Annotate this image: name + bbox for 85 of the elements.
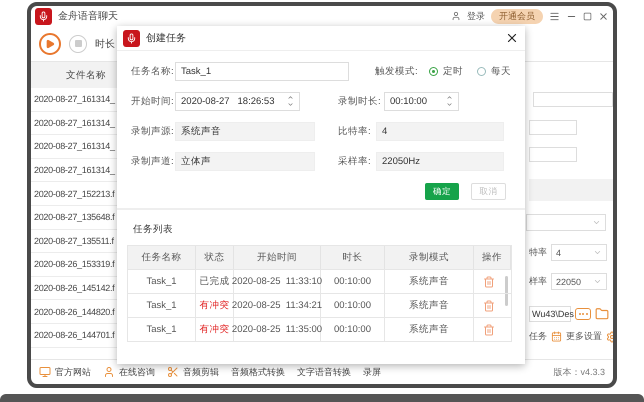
login-link[interactable]: 登录 [467, 10, 485, 22]
column-header: 状态 [196, 246, 234, 269]
radio-label: 每天 [491, 64, 511, 78]
app-logo [35, 8, 52, 24]
version-text: 版本：v4.3.3 [553, 366, 605, 378]
bitrate-label: 特率 [529, 246, 547, 259]
dialog-title: 创建任务 [146, 32, 186, 45]
sample-rate-label: 样率 [529, 275, 547, 288]
table-cell: 2020-08-25 11:35:00 [234, 317, 321, 341]
task-name-field[interactable]: Task_1 [175, 62, 349, 80]
menu-icon[interactable] [549, 10, 560, 22]
field-label: 任务名称: [131, 64, 175, 78]
time-field[interactable]: 00:10:00 [384, 92, 459, 110]
dropdown[interactable] [526, 214, 606, 231]
table-cell: 系统声音 [385, 269, 474, 293]
readonly-field[interactable]: 22050Hz [376, 152, 504, 170]
user-icon[interactable] [451, 11, 461, 21]
person-icon[interactable] [103, 366, 115, 378]
readonly-field[interactable]: 立体声 [175, 152, 315, 170]
input-field[interactable] [529, 120, 577, 135]
table-cell: 2020-08-25 11:33:10 [234, 269, 321, 293]
field-label: 采样率: [338, 154, 372, 168]
caret-icon [592, 218, 601, 227]
record-button[interactable] [39, 32, 61, 54]
footer-link[interactable]: 文字语音转换 [297, 366, 351, 378]
readonly-field[interactable]: 4 [376, 122, 504, 140]
more-icon[interactable] [575, 308, 591, 320]
footer-link[interactable]: 音频剪辑 [183, 366, 219, 378]
calendar-icon[interactable] [551, 331, 562, 342]
vip-button[interactable]: 开通会员 [491, 8, 543, 24]
close-icon[interactable] [505, 31, 519, 45]
footer-link[interactable]: 官方网站 [55, 366, 91, 378]
readonly-field[interactable]: 系统声音 [175, 122, 315, 140]
field-label: 录制声源: [131, 124, 175, 138]
path-field[interactable]: Wu43\Des [529, 306, 571, 322]
table-cell: 00:10:00 [321, 269, 385, 293]
table-cell: 系统声音 [385, 293, 474, 317]
table-cell: 系统声音 [385, 317, 474, 341]
table-cell: 00:10:00 [321, 317, 385, 341]
app-logo [123, 30, 140, 46]
footer-link[interactable]: 录屏 [363, 366, 381, 378]
column-header: 开始时间 [234, 246, 321, 269]
spinner-icon[interactable] [287, 94, 294, 108]
field-label: 录制声道: [131, 154, 175, 168]
table-cell: 2020-08-25 11:34:21 [234, 293, 321, 317]
table-cell: Task_1 [128, 293, 196, 317]
footer-link[interactable]: 在线咨询 [119, 366, 155, 378]
delete-icon[interactable] [482, 276, 494, 288]
time-field[interactable]: 2020-08-27 18:26:53 [175, 92, 300, 110]
table-cell: Task_1 [128, 269, 196, 293]
field-label: 比特率: [338, 124, 372, 138]
window-title: 金舟语音聊天 [58, 10, 118, 23]
radio-option[interactable]: 定时 [429, 64, 463, 78]
radio-label: 定时 [443, 64, 463, 78]
delete-icon[interactable] [482, 300, 494, 312]
tasks-label[interactable]: 任务 [529, 330, 547, 343]
column-header: 录制模式 [385, 246, 474, 269]
more-settings-link[interactable]: 更多设置 [566, 330, 602, 343]
bitrate-dropdown[interactable]: 4 [551, 244, 607, 261]
section-title: 任务列表 [132, 223, 174, 236]
scrollbar[interactable] [505, 276, 508, 306]
spinner-icon[interactable] [446, 94, 453, 108]
monitor-icon[interactable] [39, 366, 51, 378]
field-label: 录制时长: [338, 94, 382, 108]
scissors-icon[interactable] [167, 366, 179, 378]
table-cell: 00:10:00 [321, 293, 385, 317]
radio-option[interactable]: 每天 [477, 64, 511, 78]
field-label: 触发模式: [375, 64, 419, 78]
delete-icon[interactable] [482, 324, 494, 336]
maximize-icon[interactable] [583, 12, 592, 20]
sample-rate-dropdown[interactable]: 22050 [551, 273, 607, 290]
stop-button[interactable] [69, 34, 87, 52]
play-icon [45, 38, 55, 48]
input-field[interactable] [533, 92, 613, 107]
footer-link[interactable]: 音频格式转换 [231, 366, 285, 378]
table-cell: Task_1 [128, 317, 196, 341]
caret-icon [593, 248, 602, 257]
caret-icon [593, 277, 602, 286]
duration-label: 时长 [95, 38, 115, 50]
column-header: 时长 [321, 246, 385, 269]
input-field[interactable] [529, 147, 577, 162]
folder-icon[interactable] [595, 307, 609, 321]
column-header: 操作 [474, 246, 511, 269]
field-label: 开始时间: [131, 94, 175, 108]
column-header: 任务名称 [128, 246, 196, 269]
